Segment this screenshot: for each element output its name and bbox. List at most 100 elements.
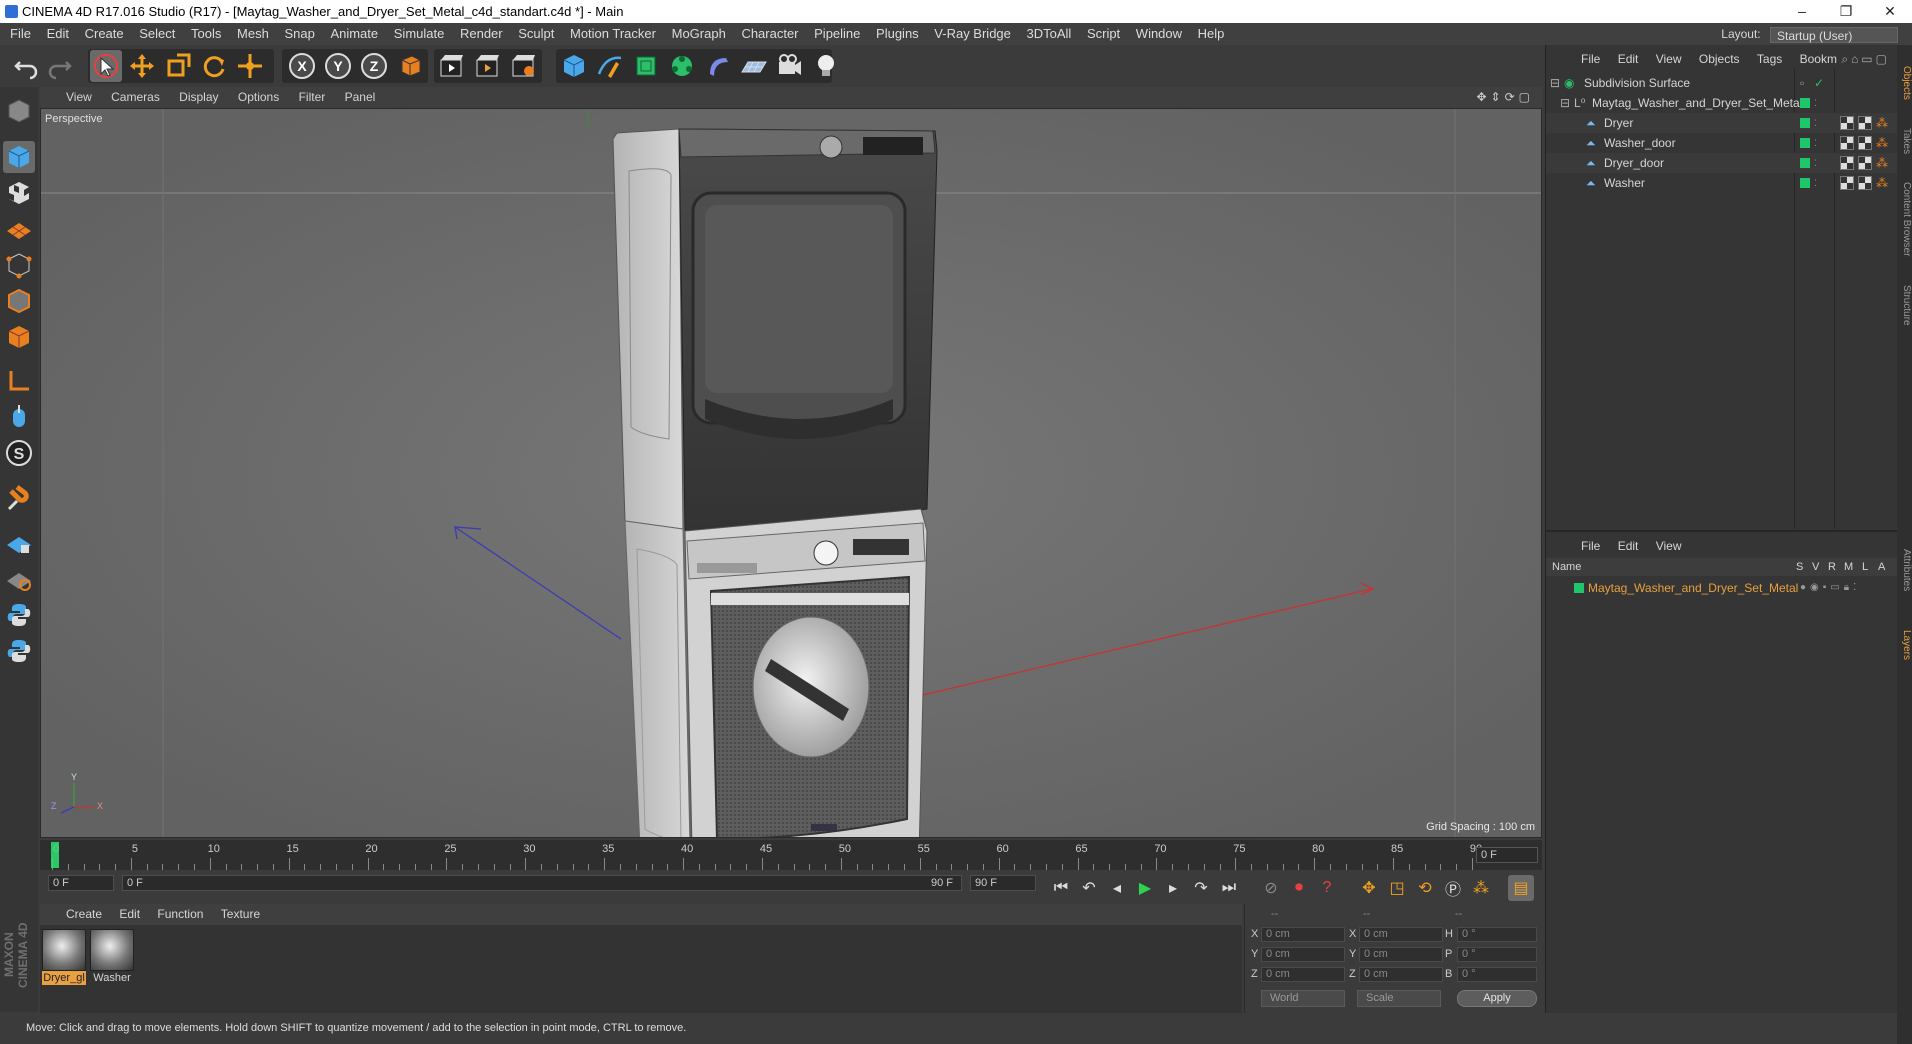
live-selection-icon[interactable]: [90, 50, 122, 82]
material-menu-create[interactable]: Create: [40, 904, 109, 925]
tab-attributes[interactable]: Attributes: [1897, 535, 1912, 605]
tab-layers[interactable]: Layers: [1897, 615, 1912, 675]
render-to-picture-viewer-icon[interactable]: [472, 50, 504, 82]
menu-pipeline[interactable]: Pipeline: [808, 23, 866, 45]
menu-edit[interactable]: Edit: [41, 23, 75, 45]
light-bulb-icon[interactable]: [810, 50, 842, 82]
collapse-icon[interactable]: ⊟: [1550, 73, 1560, 93]
timeline-window-icon[interactable]: ▤: [1508, 875, 1534, 901]
grid-snap-icon[interactable]: [3, 563, 35, 595]
phong-tag-icon[interactable]: [1840, 136, 1854, 150]
tab-takes[interactable]: Takes: [1897, 119, 1912, 163]
coordinate-mode-dropdown[interactable]: World: [1261, 990, 1345, 1007]
menu-vray-bridge[interactable]: V-Ray Bridge: [928, 23, 1017, 45]
menu-3dtoall[interactable]: 3DToAll: [1021, 23, 1078, 45]
size-mode-dropdown[interactable]: Scale: [1357, 990, 1441, 1007]
layer-color-icon[interactable]: [1800, 138, 1810, 148]
make-editable-icon[interactable]: [3, 95, 35, 127]
render-settings-icon[interactable]: [508, 50, 540, 82]
spline-pen-icon[interactable]: [594, 50, 626, 82]
layer-toggles-icon[interactable]: ●◉▪▭🔒︎⁚: [1800, 578, 1860, 598]
coordinate-system-icon[interactable]: [394, 50, 426, 82]
layers-menu-file[interactable]: File: [1574, 536, 1607, 556]
end-frame-field[interactable]: 90 F: [970, 875, 1036, 891]
apply-button[interactable]: Apply: [1457, 990, 1537, 1007]
menu-animate[interactable]: Animate: [324, 23, 384, 45]
rotation-b-field[interactable]: 0 °: [1457, 967, 1537, 982]
redo-icon[interactable]: [44, 50, 76, 82]
workplane-lock-icon[interactable]: [3, 527, 35, 559]
tab-content-browser[interactable]: Content Browser: [1897, 169, 1912, 269]
material-menu-texture[interactable]: Texture: [214, 904, 267, 925]
autokey-icon[interactable]: ⏺: [1286, 875, 1312, 901]
search-icon[interactable]: ⌕⌂▭▢: [1841, 49, 1890, 69]
size-y-field[interactable]: 0 cm: [1359, 947, 1443, 962]
z-axis-lock-icon[interactable]: Z: [358, 50, 390, 82]
position-z-field[interactable]: 0 cm: [1261, 967, 1345, 982]
viewport-menu-display[interactable]: Display: [171, 87, 226, 108]
material-menu-edit[interactable]: Edit: [112, 904, 147, 925]
axis-mode-icon[interactable]: [3, 365, 35, 397]
cube-primitive-icon[interactable]: [558, 50, 590, 82]
size-z-field[interactable]: 0 cm: [1359, 967, 1443, 982]
phong-tag-icon[interactable]: [1840, 176, 1854, 190]
current-frame-field[interactable]: 0 F: [1476, 847, 1538, 863]
deformer-bend-icon[interactable]: [702, 50, 734, 82]
material-tag-icon[interactable]: [1858, 136, 1872, 150]
layers-menu-view[interactable]: View: [1649, 536, 1689, 556]
close-button[interactable]: ✕: [1868, 0, 1912, 23]
start-frame-field[interactable]: 0 F: [48, 875, 114, 891]
layer-color-icon[interactable]: [1800, 118, 1810, 128]
objects-menu-file[interactable]: File: [1574, 49, 1607, 69]
floor-grid-icon[interactable]: [738, 50, 770, 82]
menu-mograph[interactable]: MoGraph: [666, 23, 732, 45]
menu-character[interactable]: Character: [735, 23, 804, 45]
minimize-button[interactable]: –: [1780, 0, 1824, 23]
phong-tag-icon[interactable]: [1840, 116, 1854, 130]
layer-color-icon[interactable]: [1800, 98, 1810, 108]
texture-mode-icon[interactable]: [3, 177, 35, 209]
menu-script[interactable]: Script: [1081, 23, 1126, 45]
menu-file[interactable]: File: [0, 23, 37, 45]
objects-menu-objects[interactable]: Objects: [1692, 49, 1747, 69]
magnet-icon[interactable]: [3, 483, 35, 515]
layer-color-icon[interactable]: [1574, 583, 1584, 593]
material-item[interactable]: Washer: [90, 929, 134, 987]
material-tag-icon[interactable]: [1858, 156, 1872, 170]
key-scale-icon[interactable]: ◳: [1384, 875, 1410, 901]
viewport-menu-cameras[interactable]: Cameras: [103, 87, 168, 108]
transform-tool-icon[interactable]: [234, 50, 266, 82]
menu-window[interactable]: Window: [1130, 23, 1188, 45]
go-to-end-icon[interactable]: ⏭: [1216, 875, 1242, 901]
phong-tag-icon[interactable]: [1840, 156, 1854, 170]
visibility-dots-icon[interactable]: ⁚: [1814, 133, 1817, 153]
rotation-h-field[interactable]: 0 °: [1457, 927, 1537, 942]
object-row[interactable]: ⏶ Dryer ⁚ ⁂: [1546, 113, 1898, 133]
menu-sculpt[interactable]: Sculpt: [512, 23, 560, 45]
x-axis-lock-icon[interactable]: X: [286, 50, 318, 82]
workplane-mode-icon[interactable]: [3, 213, 35, 245]
menu-select[interactable]: Select: [133, 23, 181, 45]
key-position-icon[interactable]: ✥: [1356, 875, 1382, 901]
menu-plugins[interactable]: Plugins: [870, 23, 925, 45]
polygons-mode-icon[interactable]: [3, 321, 35, 353]
viewport-menu-filter[interactable]: Filter: [291, 87, 334, 108]
object-row[interactable]: ⊟ L⁰ Maytag_Washer_and_Dryer_Set_Metal ⁚: [1546, 93, 1898, 113]
object-row[interactable]: ⏶ Washer_door ⁚ ⁂: [1546, 133, 1898, 153]
objects-menu-edit[interactable]: Edit: [1611, 49, 1646, 69]
viewport-menu-options[interactable]: Options: [230, 87, 287, 108]
visibility-dots-icon[interactable]: ⁚: [1814, 113, 1817, 133]
visibility-dots-icon[interactable]: ⁚: [1814, 93, 1817, 113]
texture-tag-icon[interactable]: ⁂: [1876, 173, 1888, 193]
material-tag-icon[interactable]: [1858, 176, 1872, 190]
objects-menu-view[interactable]: View: [1649, 49, 1689, 69]
layers-menu-edit[interactable]: Edit: [1611, 536, 1646, 556]
mograph-cloner-icon[interactable]: [666, 50, 698, 82]
key-rotation-icon[interactable]: ⟲: [1412, 875, 1438, 901]
next-frame-icon[interactable]: ▸: [1160, 875, 1186, 901]
menu-help[interactable]: Help: [1192, 23, 1231, 45]
preview-range-slider[interactable]: 0 F 90 F: [122, 875, 962, 891]
snapping-icon[interactable]: S: [3, 437, 35, 469]
previous-frame-icon[interactable]: ◂: [1104, 875, 1130, 901]
3d-viewport[interactable]: Y X Z Perspective Grid Spacing : 100 cm: [40, 108, 1542, 838]
